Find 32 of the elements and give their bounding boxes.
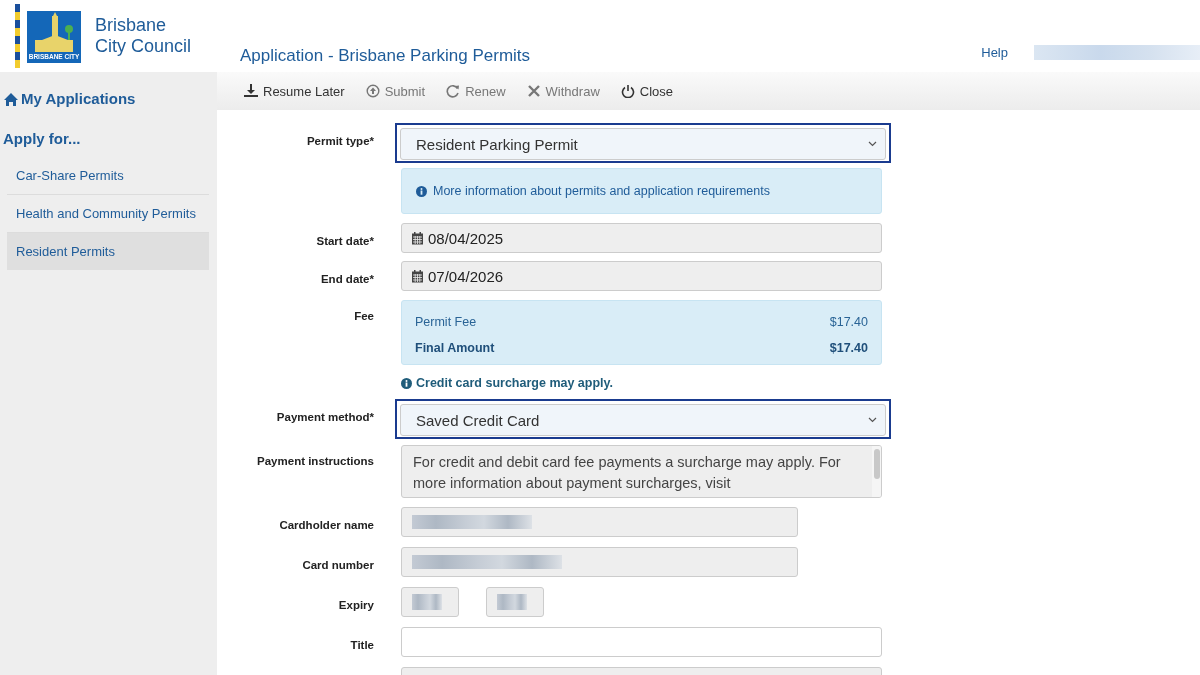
field-label: Cardholder name <box>279 518 374 531</box>
field-label: Card number <box>302 558 374 571</box>
field-label: End date* <box>320 272 374 285</box>
sidebar-item[interactable]: Health and Community Permits <box>7 195 209 232</box>
instructions-textarea[interactable]: For credit and debit card fee payments a surcharge may apply. For more information about payment surcharges, visit <box>401 445 882 498</box>
field-label: Start date* <box>316 234 374 247</box>
page-title: Application - Brisbane Parking Permits <box>240 46 532 66</box>
field-label: Title <box>350 638 374 651</box>
field-label: Permit type* <box>306 134 374 147</box>
dropdown-field[interactable]: Saved Credit Card <box>395 399 891 439</box>
surcharge-note: Credit card surcharge may apply. <box>416 376 614 390</box>
logo-text: Brisbane <box>95 15 168 36</box>
field-label: Fee <box>354 309 374 322</box>
field-label: Payment method* <box>276 410 374 423</box>
section-heading: Apply for... <box>3 130 82 147</box>
fee-name: Permit Fee <box>415 315 477 329</box>
sidebar-item[interactable]: Car-Share Permits <box>7 157 209 194</box>
date-field[interactable]: 07/04/2026 <box>401 261 882 291</box>
logo-text: City Council <box>95 36 192 57</box>
sidebar-item[interactable]: Resident Permits <box>7 233 209 270</box>
my-applications-link[interactable]: My Applications <box>0 90 136 107</box>
fee-amount: $17.40 <box>829 315 868 329</box>
field-label: Expiry <box>338 598 374 611</box>
fee-amount: $17.40 <box>829 341 868 355</box>
info-link[interactable]: More information about permits and application requirements <box>433 184 770 198</box>
field-label: Payment instructions <box>257 454 374 467</box>
help-link[interactable]: Help <box>981 44 1008 60</box>
toolbar-button[interactable]: Resume Later <box>244 83 345 99</box>
date-field[interactable]: 08/04/2025 <box>401 223 882 253</box>
toolbar-button[interactable]: Close <box>620 83 674 99</box>
dropdown-field[interactable]: Resident Parking Permit <box>395 123 891 163</box>
fee-name: Final Amount <box>415 341 495 355</box>
